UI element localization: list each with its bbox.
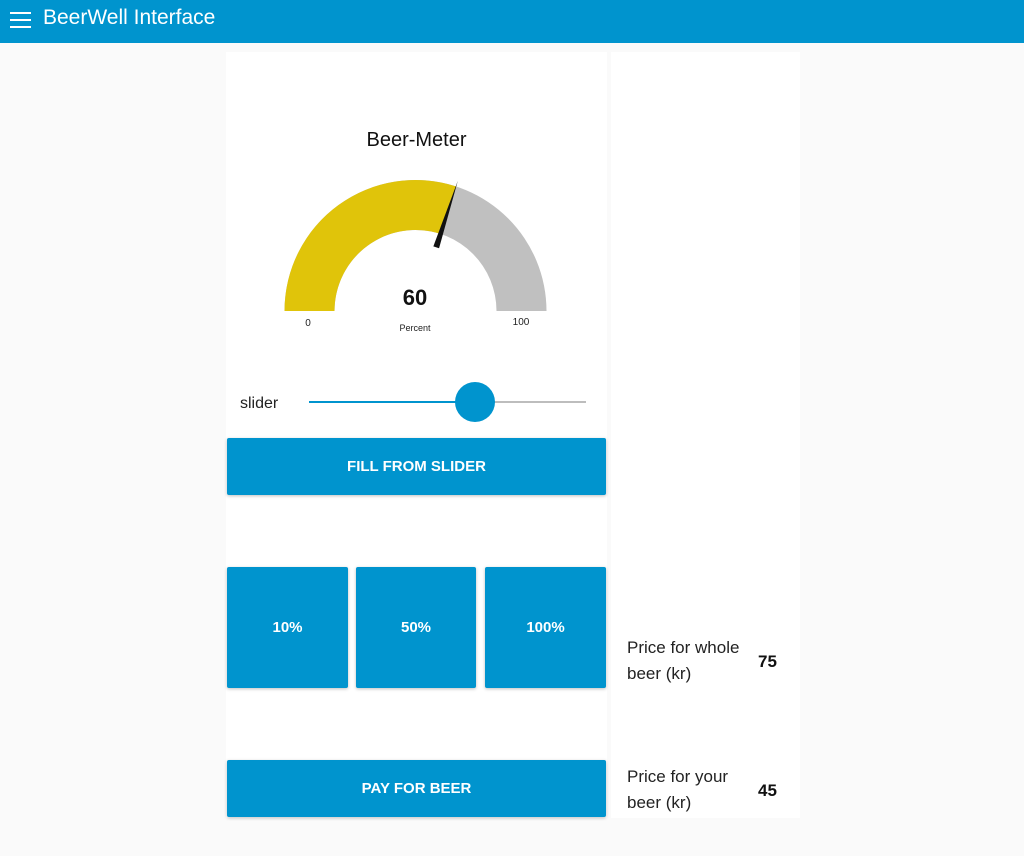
prices-card bbox=[611, 52, 800, 818]
slider-thumb[interactable] bbox=[455, 382, 496, 422]
gauge-max-label: 100 bbox=[512, 317, 530, 328]
gauge-value: 60 bbox=[402, 285, 428, 310]
app-title: BeerWell Interface bbox=[43, 6, 216, 29]
your-beer-price-label: Price for your beer (kr) bbox=[627, 767, 729, 812]
slider-track-fill bbox=[309, 401, 476, 403]
pay-for-beer-button[interactable]: PAY FOR BEER bbox=[227, 760, 606, 817]
hamburger-menu-icon[interactable] bbox=[10, 11, 31, 29]
whole-beer-price-value: 75 bbox=[758, 652, 777, 671]
fill-from-slider-button[interactable]: FILL FROM SLIDER bbox=[227, 438, 606, 495]
top-app-bar: BeerWell Interface bbox=[0, 0, 1024, 43]
whole-beer-price-label: Price for whole beer (kr) bbox=[627, 638, 740, 683]
gauge-units-label: Percent bbox=[399, 323, 431, 333]
gauge-min-label: 0 bbox=[305, 318, 311, 329]
your-beer-price-value: 45 bbox=[758, 781, 777, 800]
slider-label: slider bbox=[240, 395, 279, 412]
fill-50-percent-button[interactable]: 50% bbox=[356, 567, 476, 688]
fill-100-percent-button[interactable]: 100% bbox=[485, 567, 606, 688]
fill-10-percent-button[interactable]: 10% bbox=[227, 567, 348, 688]
gauge-title: Beer-Meter bbox=[366, 129, 467, 151]
